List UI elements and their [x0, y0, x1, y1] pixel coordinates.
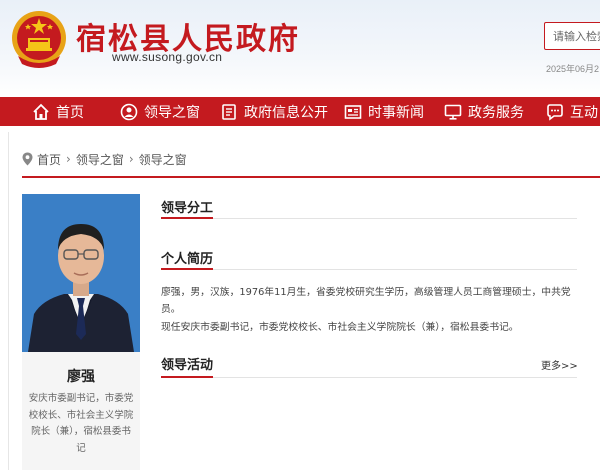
home-icon	[32, 103, 50, 121]
leader-name: 廖强	[67, 369, 95, 385]
current-date: 2025年06月2	[546, 64, 600, 74]
section-divider	[161, 218, 577, 219]
nav-label: 首页	[56, 104, 84, 121]
leader-description: 安庆市委副书记，市委党校校长、市社会主义学院院长（兼），宿松县委书记	[28, 393, 134, 454]
nav-item-interaction[interactable]: 互动	[546, 97, 598, 126]
search-input[interactable]	[545, 23, 600, 49]
news-icon	[344, 103, 362, 121]
resume-text-line1: 廖强，男，汉族，1976年11月生，省委党校研究生学历，高级管理人员工商管理硕士…	[161, 287, 571, 315]
breadcrumb-separator: ›	[128, 152, 134, 166]
nav-label: 互动	[570, 104, 598, 121]
portrait-illustration	[22, 194, 140, 352]
section-divider	[161, 269, 577, 270]
document-icon	[220, 103, 238, 121]
site-header: 宿松县人民政府 www.susong.gov.cn 2025年06月2	[0, 0, 600, 97]
leader-icon	[120, 103, 138, 121]
leader-photo	[22, 194, 140, 352]
section-title-resume: 个人简历	[161, 252, 214, 267]
section-title-division: 领导分工	[161, 201, 214, 216]
nav-item-services[interactable]: 政务服务	[444, 97, 524, 126]
nav-label: 政务服务	[468, 104, 524, 121]
nav-item-news[interactable]: 时事新闻	[344, 97, 424, 126]
main-nav: 首页 领导之窗 政府信息公开 时事新闻 政务服务 互动	[0, 97, 600, 126]
breadcrumb-home-link[interactable]: 首页	[37, 151, 61, 168]
breadcrumb-current[interactable]: 领导之窗	[139, 151, 187, 168]
breadcrumb-separator: ›	[66, 152, 71, 166]
chat-icon	[546, 103, 564, 121]
section-divider	[161, 377, 577, 378]
nav-item-leaders[interactable]: 领导之窗	[120, 97, 200, 126]
nav-item-home[interactable]: 首页	[32, 97, 84, 126]
section-title-activities: 领导活动	[161, 358, 214, 373]
nav-label: 时事新闻	[368, 104, 424, 121]
location-pin-icon	[22, 152, 33, 166]
nav-label: 领导之窗	[144, 104, 200, 121]
activities-more-link[interactable]: 更多>>	[541, 357, 578, 372]
breadcrumb-leaders-link[interactable]: 领导之窗	[76, 151, 124, 168]
nav-label: 政府信息公开	[244, 104, 328, 121]
monitor-icon	[444, 103, 462, 121]
section-accent	[161, 376, 213, 378]
resume-text-line2: 现任安庆市委副书记，市委党校校长、市社会主义学院院长（兼），宿松县委书记。	[161, 322, 519, 333]
section-accent	[161, 268, 213, 270]
breadcrumb: 首页 › 领导之窗 › 领导之窗	[22, 151, 187, 167]
national-emblem-icon	[12, 11, 66, 68]
nav-item-gov-info[interactable]: 政府信息公开	[220, 97, 328, 126]
section-accent	[161, 217, 213, 219]
site-url: www.susong.gov.cn	[112, 50, 223, 64]
search-box	[544, 22, 600, 50]
breadcrumb-divider	[22, 176, 600, 178]
